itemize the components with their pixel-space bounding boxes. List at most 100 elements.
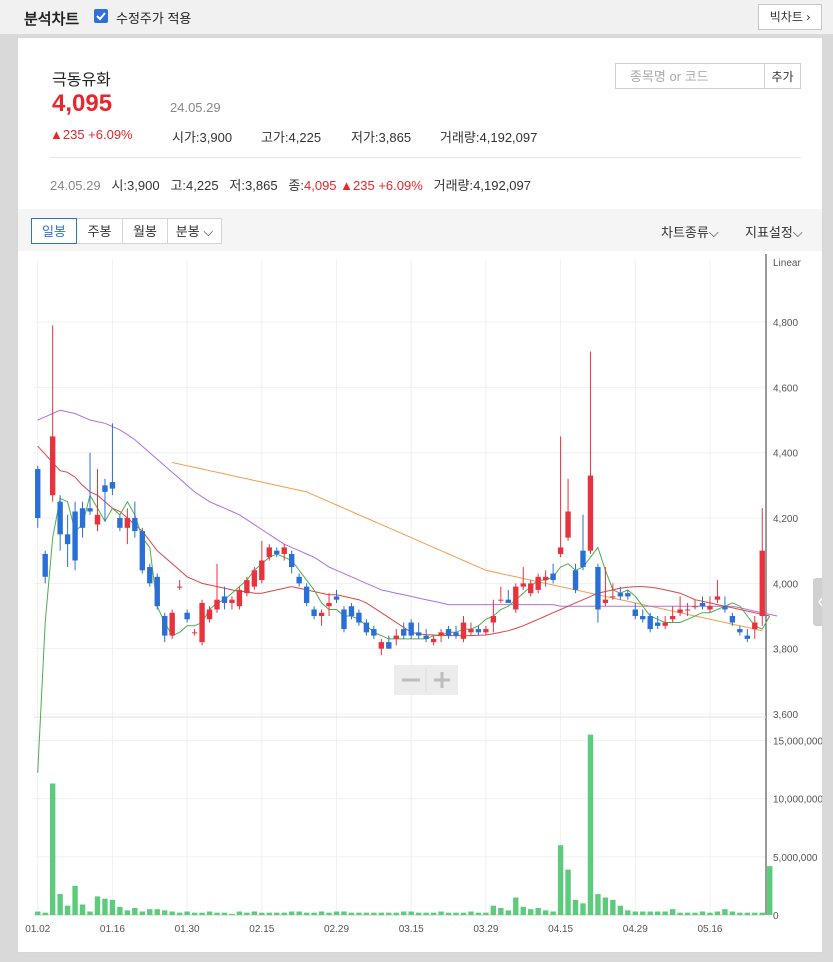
x-tick-label: 04.15 [548,924,573,935]
candle [162,612,168,643]
volume-bar [79,904,86,915]
volume-bar [221,912,228,915]
candle-body [386,642,392,649]
volume-bar [714,911,721,915]
volume-bar [580,903,586,915]
candle [244,576,250,597]
x-tick-label: 02.29 [324,924,349,935]
volume-bar [191,912,198,915]
tab-daily[interactable]: 일봉 [31,218,77,244]
candle [445,625,452,639]
candle-body [453,632,459,636]
volume-bar [371,912,377,915]
candle [453,625,459,639]
volume-bar [542,910,549,915]
volume-bar [625,910,631,915]
grid-lines: 3,600 3,800 4,000 4,200 4,400 4,600 4,800 0 5,00… [34,260,822,922]
volume-bar [147,909,153,915]
candle-body [259,560,265,581]
candle-body [348,606,355,617]
volume-bar [415,912,422,915]
volume-bar [617,905,624,915]
volume-bar [767,866,773,915]
candle-body [289,553,295,568]
candle [699,596,706,610]
volume-bar [550,911,556,915]
volume-bar [132,908,138,915]
price-tick-label: 4,200 [773,514,798,525]
adjusted-price-checkbox[interactable] [94,9,108,23]
candle [662,616,668,630]
candle-body [408,622,414,636]
volume-bar [513,897,519,915]
candle-body [669,616,676,620]
candle [363,619,370,636]
volume-bar [595,894,601,915]
candle [430,635,437,646]
candle [109,423,116,496]
candle-body [318,612,325,617]
candle [565,478,571,541]
volume-bar [42,912,48,915]
volume-bar [669,909,676,915]
candle-body [468,629,474,633]
volume-bar [445,912,452,915]
candle-body [311,609,317,617]
candle-body [490,616,497,623]
side-panel-toggle[interactable] [813,578,822,626]
candle-body [57,501,63,535]
candle-body [632,609,638,617]
candle [214,563,220,613]
candle [57,495,63,551]
volume-bar [236,911,243,915]
volume-bar [453,912,459,915]
volume-bar [401,911,407,915]
volume-bar [206,911,213,915]
candle [199,599,205,646]
candle-body [94,514,101,525]
volume-bar [303,912,310,915]
volume-bar [124,910,131,915]
volume-bar [460,912,467,915]
volume-bar [176,912,183,915]
adjusted-price-label[interactable]: 수정주가 적용 [116,8,191,27]
volume-bar [274,912,280,915]
volume-bar [64,905,71,915]
top-bar: 분석차트 수정주가 적용 빅차트 › [0,0,833,34]
price-tick-label: 3,800 [773,645,798,656]
candle-body [662,622,668,626]
candle [669,606,676,623]
candle [139,527,145,574]
volume-bar [266,912,272,915]
candle [647,612,653,633]
candle-body [610,596,616,598]
volume-bar [169,911,175,915]
candle-body [647,616,653,630]
candle-body [677,609,683,613]
candle [236,586,243,610]
candle [557,436,564,558]
zoom-control[interactable] [394,665,458,695]
candle-body [401,629,407,636]
big-chart-button[interactable]: 빅차트 › [758,4,822,30]
stock-chart[interactable]: 3,600 3,800 4,000 4,200 4,400 4,600 4,800 0 5,00… [18,38,822,952]
candle-body [274,550,280,554]
candle-body [229,599,235,603]
candle-body [214,599,220,610]
volume-bar [348,912,355,915]
candle [513,583,519,613]
x-tick-label: 01.30 [175,924,200,935]
candle-body [520,583,526,587]
candle-body [752,622,758,630]
candle-body [109,482,116,489]
candle [752,616,758,639]
candle-body [147,567,153,584]
candle-body [445,629,452,636]
candle-body [139,531,145,571]
candle-body [199,602,205,643]
candle-body [132,518,138,532]
candle-body [565,511,571,538]
candle-body [72,511,78,561]
candle-body [737,629,743,633]
candle-body [505,599,511,603]
